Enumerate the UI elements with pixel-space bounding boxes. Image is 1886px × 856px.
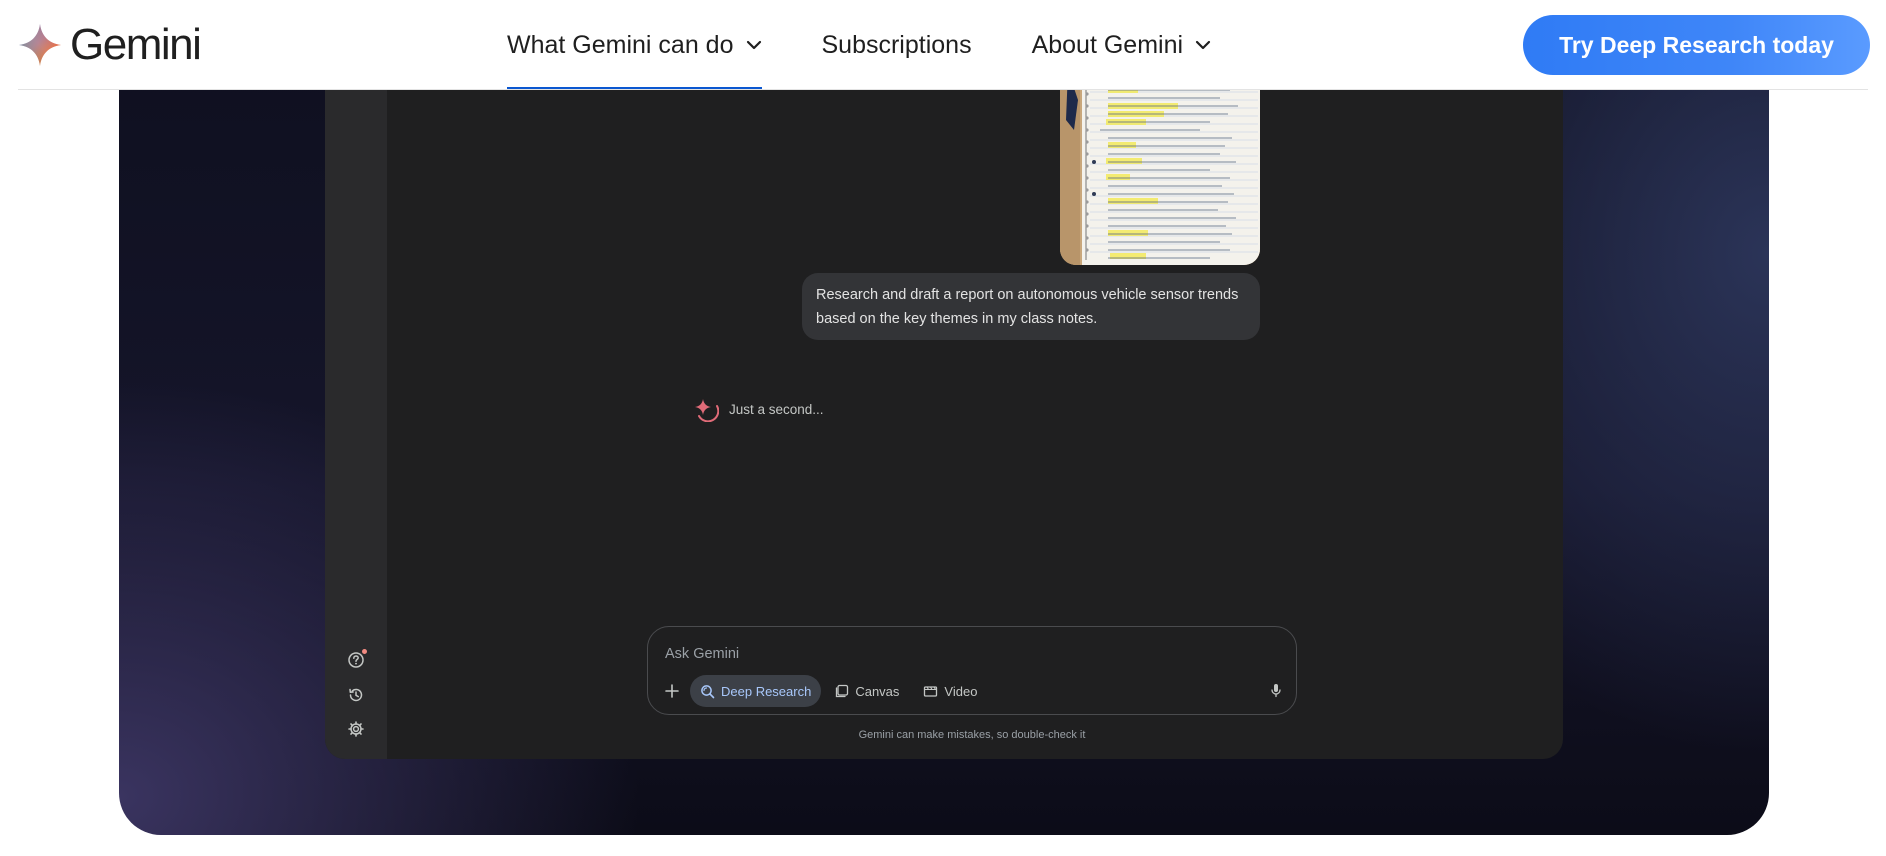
- chip-label: Deep Research: [721, 683, 812, 699]
- settings-icon: [348, 721, 364, 737]
- app-side-rail: [325, 60, 387, 759]
- history-button[interactable]: [343, 682, 369, 708]
- header-divider: [18, 89, 1868, 90]
- brand-name: Gemini: [70, 20, 202, 69]
- gemini-spark-icon: [19, 24, 61, 66]
- site-header: Gemini What Gemini can do Subscriptions …: [0, 0, 1886, 90]
- response-loading-status: Just a second...: [693, 396, 824, 422]
- video-icon: [924, 686, 938, 697]
- prompt-composer: Deep Research Canvas Video: [647, 626, 1297, 715]
- canvas-icon: [836, 684, 849, 698]
- notification-dot: [362, 649, 367, 654]
- deep-research-icon: [701, 684, 715, 698]
- video-chip[interactable]: Video: [913, 675, 987, 707]
- chip-label: Video: [944, 683, 978, 699]
- microphone-icon: [1271, 684, 1281, 698]
- disclaimer-text: Gemini can make mistakes, so double-chec…: [858, 729, 1086, 741]
- gemini-loading-spark-icon: [695, 399, 719, 422]
- history-icon: [349, 688, 363, 702]
- notebook-photo-icon: [1060, 60, 1260, 265]
- nav-item-label: Subscriptions: [821, 30, 972, 59]
- chevron-down-icon: [1195, 40, 1211, 50]
- gemini-logo[interactable]: Gemini: [18, 20, 202, 69]
- nav-item-label: About Gemini: [1031, 30, 1184, 59]
- composer-toolbar: Deep Research Canvas Video: [660, 675, 991, 707]
- status-text: Just a second...: [729, 401, 824, 417]
- canvas-chip[interactable]: Canvas: [825, 675, 909, 707]
- microphone-button[interactable]: [1268, 682, 1284, 698]
- user-message-bubble: Research and draft a report on autonomou…: [802, 273, 1260, 340]
- help-button[interactable]: [343, 647, 369, 673]
- nav-item-about-gemini[interactable]: About Gemini: [1032, 0, 1211, 90]
- gemini-app-window: Research and draft a report on autonomou…: [325, 60, 1563, 759]
- uploaded-notes-image[interactable]: [1060, 60, 1260, 265]
- chip-label: Canvas: [855, 683, 900, 699]
- ask-gemini-input[interactable]: [665, 641, 1265, 667]
- hero-demo-card: Research and draft a report on autonomou…: [119, 60, 1769, 835]
- try-deep-research-button[interactable]: Try Deep Research today: [1523, 15, 1870, 75]
- settings-button[interactable]: [343, 716, 369, 742]
- add-attachment-button[interactable]: [660, 679, 684, 703]
- plus-icon: [665, 684, 679, 698]
- chevron-down-icon: [746, 40, 762, 50]
- main-nav: What Gemini can do Subscriptions About G…: [507, 0, 1271, 90]
- nav-item-subscriptions[interactable]: Subscriptions: [822, 0, 972, 90]
- nav-item-label: What Gemini can do: [507, 30, 734, 59]
- deep-research-chip[interactable]: Deep Research: [690, 675, 822, 707]
- nav-item-what-gemini-can-do[interactable]: What Gemini can do: [507, 0, 762, 90]
